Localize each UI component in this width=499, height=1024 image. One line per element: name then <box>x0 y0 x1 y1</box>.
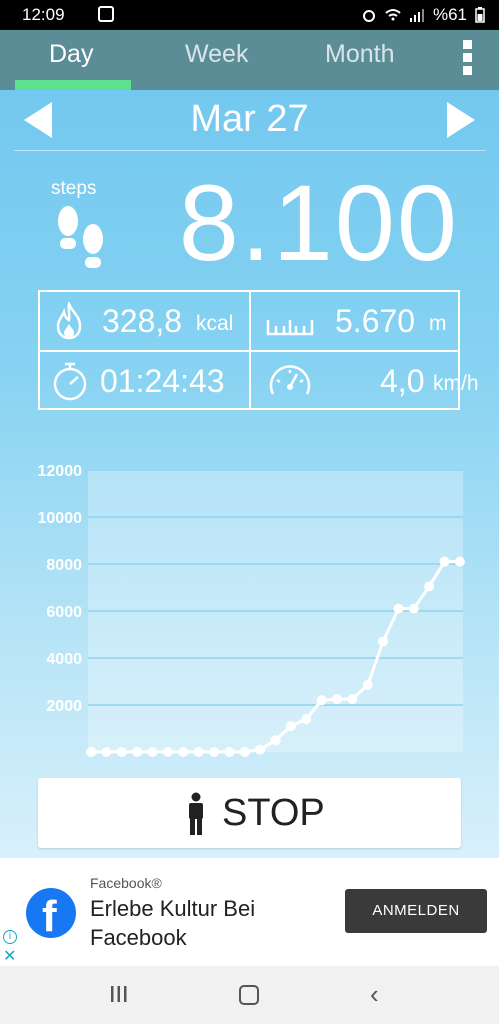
chart-xtick-label: 4 <box>148 769 157 770</box>
stopwatch-icon <box>53 362 87 401</box>
stop-button[interactable]: STOP <box>38 778 461 848</box>
chart-xtick-label: 10 <box>236 769 254 770</box>
chart-data-point <box>178 747 189 757</box>
speed-unit: km/h <box>433 372 479 395</box>
chart-data-point <box>408 603 419 614</box>
chart-data-point <box>116 747 127 757</box>
distance-value: 5.670 <box>335 303 416 339</box>
footprints-icon <box>58 206 103 268</box>
home-icon[interactable] <box>239 985 259 1005</box>
chart-data-point <box>393 603 404 614</box>
app-content: Day Week Month Mar 27 steps 8.100 328,8 <box>0 30 499 858</box>
signal-icon <box>409 9 424 22</box>
chart-data-point <box>239 747 250 757</box>
active-tab-indicator <box>15 80 131 90</box>
date-label: Mar 27 <box>190 98 309 140</box>
chart-data-point <box>86 747 97 757</box>
chart-data-point <box>285 721 296 732</box>
tab-bar: Day Week Month <box>0 30 499 90</box>
overflow-menu-icon[interactable] <box>463 40 475 76</box>
stats-grid: 328,8 kcal 5.670 m 01:24:43 4,0 km/h <box>38 290 479 410</box>
chart-xtick-label: 14 <box>297 769 315 770</box>
chart-data-point <box>209 747 220 757</box>
calories-value: 328,8 <box>102 303 183 339</box>
calories-unit: kcal <box>196 312 234 335</box>
alarm-icon <box>362 10 375 22</box>
status-icons: %61 <box>361 5 485 25</box>
distance-unit: m <box>429 312 447 335</box>
chart-data-point <box>101 747 112 757</box>
facebook-logo-icon: f <box>26 888 76 941</box>
steps-count: 8.100 <box>178 162 459 283</box>
chart-ytick-label: 4000 <box>46 651 82 668</box>
chart-data-point <box>132 747 143 757</box>
ad-banner[interactable]: f Facebook® Erlebe Kultur Bei Facebook A… <box>0 858 499 966</box>
speed-value: 4,0 <box>380 363 425 399</box>
duration-cell: 01:24:43 <box>40 352 249 410</box>
chart-ytick-label: 8000 <box>46 557 82 574</box>
chart-data-point <box>424 581 435 592</box>
chart-data-point <box>270 735 281 746</box>
chart-xtick-label: 24 <box>451 769 469 770</box>
status-bar: 12:09 %61 <box>0 0 499 30</box>
wifi-icon <box>385 9 401 21</box>
calories-cell: 328,8 kcal <box>40 292 249 350</box>
tab-month[interactable]: Month <box>325 40 394 69</box>
chart-ytick-label: 6000 <box>46 604 82 621</box>
chart-data-point <box>331 694 342 705</box>
chart-data-point <box>316 695 327 706</box>
chart-data-point <box>362 680 373 691</box>
chart-data-point <box>162 747 173 757</box>
chart-ytick-label: 10000 <box>38 510 83 527</box>
flame-icon <box>56 302 82 340</box>
chart-data-point <box>147 747 158 757</box>
battery-percent: %61 <box>432 5 467 24</box>
next-day-icon[interactable] <box>447 102 475 138</box>
chart-data-point <box>439 556 450 567</box>
distance-cell: 5.670 m <box>251 292 460 350</box>
divider <box>14 150 486 151</box>
chart-data-point <box>301 714 312 725</box>
chart-xtick-label: 22 <box>420 769 438 770</box>
chart-ytick-label: 12000 <box>38 463 83 480</box>
status-time: 12:09 <box>22 5 65 24</box>
ruler-icon <box>266 320 314 336</box>
stop-button-label: STOP <box>222 792 325 834</box>
ad-cta-button[interactable]: ANMELDEN <box>345 889 487 933</box>
steps-label: steps <box>51 178 97 199</box>
chart-data-point <box>193 747 204 757</box>
person-icon <box>189 792 203 835</box>
speedometer-icon <box>269 365 311 395</box>
hourly-steps-chart: 2000400060008000100001200024681012141618… <box>38 463 469 770</box>
tab-week[interactable]: Week <box>185 40 248 69</box>
chart-xtick-label: 6 <box>179 769 188 770</box>
system-nav-bar: ‹ <box>0 966 499 1024</box>
speed-cell: 4,0 km/h <box>251 352 479 410</box>
duration-value: 01:24:43 <box>100 363 225 399</box>
chart-data-point <box>255 744 266 755</box>
recent-apps-icon[interactable] <box>110 986 128 1002</box>
chart-ytick-label: 2000 <box>46 698 82 715</box>
battery-icon <box>475 7 485 23</box>
notification-icon <box>98 6 114 22</box>
chart-xtick-label: 2 <box>117 769 126 770</box>
chart-xtick-label: 18 <box>359 769 377 770</box>
date-navigator: Mar 27 <box>0 90 499 150</box>
chart-xtick-label: 12 <box>267 769 285 770</box>
ad-info-icon[interactable]: i <box>3 930 17 944</box>
ad-headline: Erlebe Kultur Bei Facebook <box>90 896 256 950</box>
chart-xtick-label: 8 <box>210 769 219 770</box>
chart-data-point <box>224 747 235 757</box>
back-icon[interactable]: ‹ <box>370 981 379 1007</box>
ad-source: Facebook® <box>90 875 162 891</box>
chart-xtick-label: 20 <box>390 769 408 770</box>
tab-day[interactable]: Day <box>49 40 93 69</box>
chart-data-point <box>454 556 465 567</box>
chart-data-point <box>378 636 389 647</box>
ad-close-icon[interactable]: ✕ <box>3 946 16 966</box>
chart-xtick-label: 16 <box>328 769 346 770</box>
chart-data-point <box>347 694 358 705</box>
